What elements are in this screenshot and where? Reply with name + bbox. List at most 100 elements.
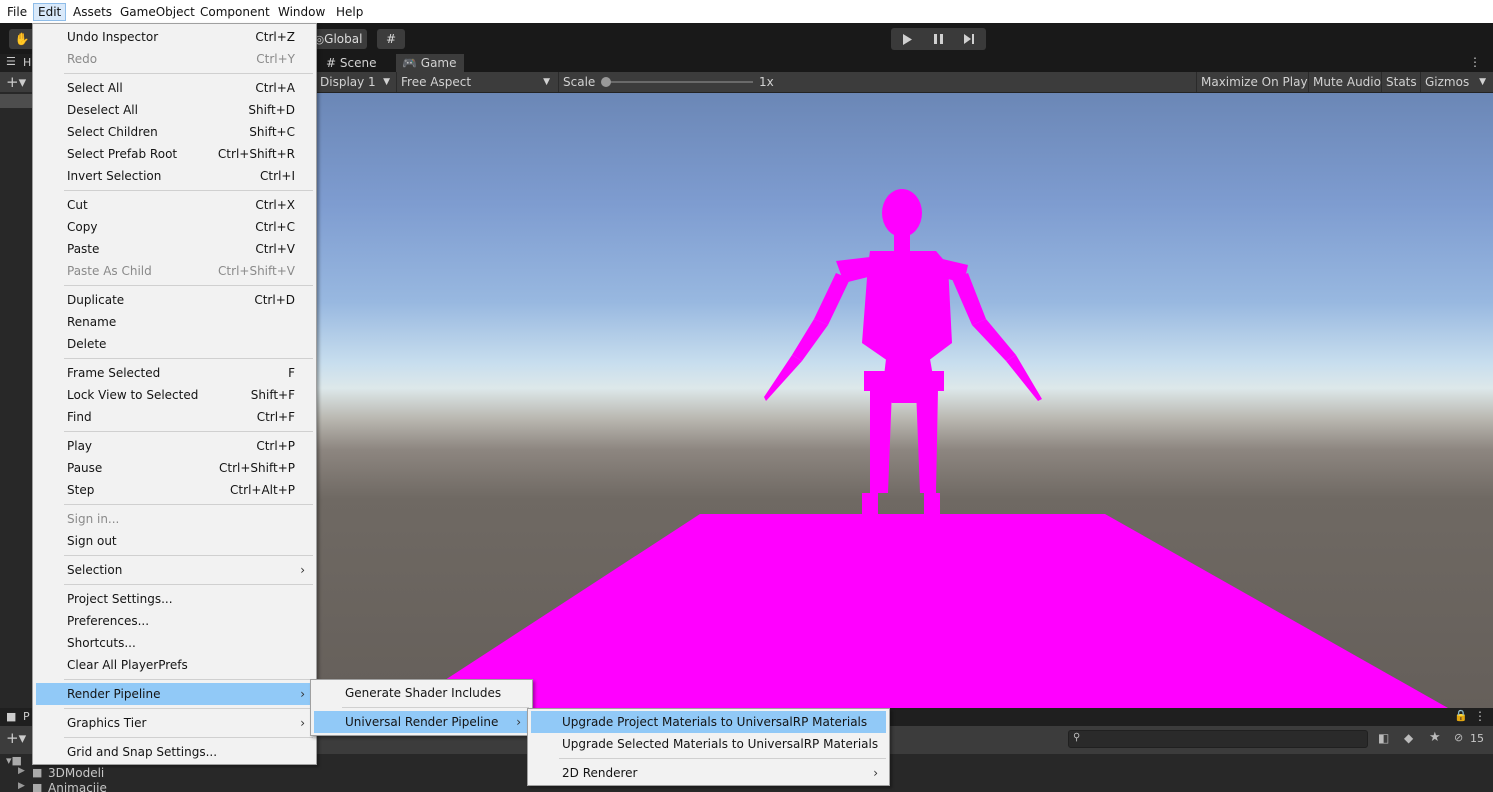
aspect-dropdown[interactable]: Free Aspect ▼ <box>396 72 554 92</box>
submenu-arrow-icon: › <box>300 563 305 577</box>
universal-render-pipeline-submenu: Upgrade Project Materials to UniversalRP… <box>527 708 890 786</box>
menu-item-grid-and-snap-settings[interactable]: Grid and Snap Settings... <box>36 741 313 763</box>
menu-item-shortcut: Ctrl+V <box>255 242 295 256</box>
more-options-icon[interactable]: ⋮ <box>1474 709 1486 723</box>
menu-item-shortcuts[interactable]: Shortcuts... <box>36 632 313 654</box>
menu-item-invert-selection[interactable]: Invert Selection Ctrl+I <box>36 165 313 187</box>
menu-item-label: Upgrade Selected Materials to UniversalR… <box>562 737 879 751</box>
menu-component[interactable]: Component <box>196 3 274 21</box>
play-button[interactable] <box>891 28 922 50</box>
filter-by-label-icon[interactable]: ◆ <box>1404 731 1413 745</box>
scale-slider[interactable] <box>601 77 753 87</box>
menu-item-shortcut: Ctrl+A <box>255 81 295 95</box>
menu-item-paste[interactable]: Paste Ctrl+V <box>36 238 313 260</box>
menu-item-undo-inspector[interactable]: Undo Inspector Ctrl+Z <box>36 26 313 48</box>
menu-item-rename[interactable]: Rename <box>36 311 313 333</box>
menu-item-2d-renderer[interactable]: 2D Renderer › <box>531 762 886 784</box>
menu-item-upgrade-project-materials[interactable]: Upgrade Project Materials to UniversalRP… <box>531 711 886 733</box>
game-viewport[interactable] <box>316 93 1493 708</box>
menu-item-label: Select All <box>67 81 123 95</box>
menu-separator <box>64 555 313 556</box>
hidden-packages-icon[interactable]: ⊘ <box>1454 731 1463 744</box>
menu-window[interactable]: Window <box>274 3 329 21</box>
filter-by-type-icon[interactable]: ◧ <box>1378 731 1389 745</box>
folder-tree-item[interactable]: ▶ ■ Animacije <box>18 781 158 792</box>
pause-button[interactable] <box>923 28 954 50</box>
hierarchy-tab-letter: H <box>23 56 32 69</box>
menu-item-select-all[interactable]: Select All Ctrl+A <box>36 77 313 99</box>
stats-toggle[interactable]: Stats <box>1381 72 1421 92</box>
edit-menu: Undo Inspector Ctrl+Z Redo Ctrl+Y Select A… <box>32 23 317 765</box>
menu-item-clear-all-playerprefs[interactable]: Clear All PlayerPrefs <box>36 654 313 676</box>
gamepad-icon: 🎮 <box>402 56 421 70</box>
menu-item-label: Paste As Child <box>67 264 152 278</box>
menu-item-pause[interactable]: Pause Ctrl+Shift+P <box>36 457 313 479</box>
lock-icon[interactable]: 🔒 <box>1454 709 1468 722</box>
menu-item-label: Sign in... <box>67 512 120 526</box>
menu-gameobject[interactable]: GameObject <box>116 3 199 21</box>
list-icon: ☰ <box>6 55 16 68</box>
menu-item-preferences[interactable]: Preferences... <box>36 610 313 632</box>
menu-item-step[interactable]: Step Ctrl+Alt+P <box>36 479 313 501</box>
more-options-icon[interactable]: ⋮ <box>1469 55 1481 69</box>
hierarchy-selected-row[interactable] <box>0 94 33 108</box>
menu-item-cut[interactable]: Cut Ctrl+X <box>36 194 313 216</box>
menu-item-graphics-tier[interactable]: Graphics Tier › <box>36 712 313 734</box>
menu-help[interactable]: Help <box>332 3 367 21</box>
menu-item-play[interactable]: Play Ctrl+P <box>36 435 313 457</box>
menu-item-lock-view-to-selected[interactable]: Lock View to Selected Shift+F <box>36 384 313 406</box>
project-search-input[interactable]: ⚲ <box>1068 730 1368 748</box>
menu-file[interactable]: File <box>3 3 31 21</box>
menu-item-sign-in[interactable]: Sign in... <box>36 508 313 530</box>
add-icon[interactable]: +▾ <box>6 73 26 91</box>
submenu-arrow-icon: › <box>516 715 521 729</box>
menu-separator <box>64 584 313 585</box>
tab-game[interactable]: 🎮 Game <box>396 54 464 72</box>
mute-audio-toggle[interactable]: Mute Audio <box>1308 72 1385 92</box>
grid-snap-button[interactable]: # <box>377 29 405 49</box>
menu-item-redo[interactable]: Redo Ctrl+Y <box>36 48 313 70</box>
menu-item-duplicate[interactable]: Duplicate Ctrl+D <box>36 289 313 311</box>
folder-icon: ■ <box>32 781 43 792</box>
menu-item-copy[interactable]: Copy Ctrl+C <box>36 216 313 238</box>
maximize-on-play-toggle[interactable]: Maximize On Play <box>1196 72 1312 92</box>
step-button[interactable] <box>954 28 985 50</box>
menu-item-paste-as-child[interactable]: Paste As Child Ctrl+Shift+V <box>36 260 313 282</box>
menu-item-universal-render-pipeline[interactable]: Universal Render Pipeline › <box>314 711 529 733</box>
display-label: Display 1 <box>320 75 376 89</box>
menu-separator <box>64 431 313 432</box>
display-dropdown[interactable]: Display 1 ▼ <box>316 72 396 92</box>
menu-item-find[interactable]: Find Ctrl+F <box>36 406 313 428</box>
menu-separator <box>64 285 313 286</box>
menu-item-shortcut: Shift+D <box>248 103 295 117</box>
menu-item-select-children[interactable]: Select Children Shift+C <box>36 121 313 143</box>
favorite-star-icon[interactable]: ★ <box>1429 730 1441 745</box>
menu-item-label: Graphics Tier <box>67 716 147 730</box>
character-model <box>764 189 1042 518</box>
menu-item-project-settings[interactable]: Project Settings... <box>36 588 313 610</box>
menu-item-frame-selected[interactable]: Frame Selected F <box>36 362 313 384</box>
menu-item-select-prefab-root[interactable]: Select Prefab Root Ctrl+Shift+R <box>36 143 313 165</box>
hierarchy-tab[interactable]: ☰ H <box>0 54 33 72</box>
dropdown-arrow-icon: ▼ <box>1479 77 1486 87</box>
menu-item-sign-out[interactable]: Sign out <box>36 530 313 552</box>
menu-item-delete[interactable]: Delete <box>36 333 313 355</box>
pivot-rotation-button[interactable]: ◎Global <box>310 29 367 49</box>
menu-item-upgrade-selected-materials[interactable]: Upgrade Selected Materials to UniversalR… <box>531 733 886 755</box>
menu-item-selection[interactable]: Selection › <box>36 559 313 581</box>
menu-item-render-pipeline[interactable]: Render Pipeline › <box>36 683 313 705</box>
menu-item-generate-shader-includes[interactable]: Generate Shader Includes <box>314 682 529 704</box>
menu-edit[interactable]: Edit <box>33 3 67 21</box>
scale-slider-thumb[interactable] <box>601 77 611 87</box>
menu-assets[interactable]: Assets <box>69 3 116 21</box>
menu-item-label: Select Prefab Root <box>67 147 178 161</box>
add-icon[interactable]: +▾ <box>6 729 26 747</box>
project-tab-letter[interactable]: P <box>23 710 30 723</box>
tab-game-label: Game <box>420 56 457 70</box>
menu-item-shortcut: Shift+C <box>249 125 295 139</box>
view-tab-row: # Scene 🎮 Game ⋮ <box>316 54 1493 72</box>
tab-scene[interactable]: # Scene <box>320 54 396 72</box>
menu-item-deselect-all[interactable]: Deselect All Shift+D <box>36 99 313 121</box>
gizmos-dropdown[interactable]: Gizmos ▼ <box>1420 72 1490 92</box>
menu-item-shortcut: Ctrl+D <box>254 293 295 307</box>
